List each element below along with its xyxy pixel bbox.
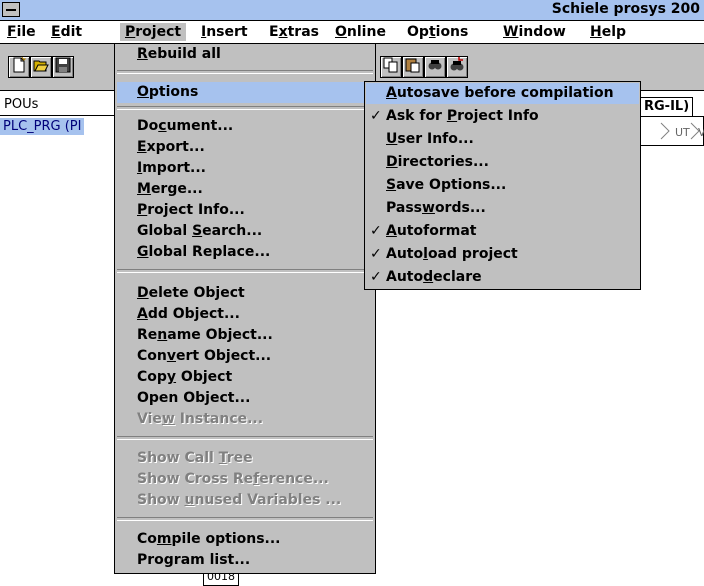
menu-window[interactable]: Window [498,23,571,41]
project-menu-item-open-object[interactable]: Open Object... [117,388,373,409]
column-header-out: UT [675,126,690,139]
paste-icon[interactable] [402,56,424,78]
options-item-save-options[interactable]: Save Options... [366,175,639,196]
menu-extras[interactable]: Extras [264,23,324,41]
editor-window-title: RG-IL) [640,97,694,117]
project-menu-item-view-instance: View Instance... [137,411,264,427]
menu-help[interactable]: Help [585,23,631,41]
menu-separator [117,269,373,273]
project-menu-item-program-list[interactable]: Program list... [117,550,373,571]
project-menu-item-add-object[interactable]: Add Object... [117,304,373,325]
checkmark-icon: ✓ [370,223,382,239]
project-menu-item-options[interactable]: Options [117,82,373,103]
menu-options[interactable]: Options [402,23,473,41]
project-menu-item-project-info[interactable]: Project Info... [117,200,373,221]
options-item-user-info[interactable]: User Info... [366,129,639,150]
checkmark-icon: ✓ [370,269,382,285]
project-menu-item-delete-object[interactable]: Delete Object [117,283,373,304]
project-menu-item-show-cross-reference: Show Cross Reference... [137,471,329,487]
options-item-passwords[interactable]: Passwords... [366,198,639,219]
options-item-autodeclare[interactable]: ✓ Autodeclare [366,267,639,288]
options-item-directories[interactable]: Directories... [366,152,639,173]
project-menu-item-merge[interactable]: Merge... [117,179,373,200]
new-icon[interactable] [8,56,30,78]
title-bar: Schiele prosys 200 [0,0,704,21]
project-menu-item-rebuild-all[interactable]: Rebuild all [117,44,373,65]
pou-item-plc-prg[interactable]: PLC_PRG (PI [0,118,85,135]
menu-separator [117,70,373,74]
project-menu: Rebuild all Options Document... Export... Im… [114,43,376,574]
checkmark-icon: ✓ [370,108,382,124]
project-menu-item-show-unused-variables: Show unused Variables ... [137,492,342,508]
window-title: Schiele prosys 200 [551,1,700,17]
menu-edit[interactable]: Edit [46,23,87,41]
menu-separator [117,517,373,521]
project-menu-item-export[interactable]: Export... [117,137,373,158]
copy-icon[interactable] [380,56,402,78]
menu-insert[interactable]: Insert [196,23,253,41]
options-item-autosave-before-compilation[interactable]: Autosave before compilation [366,83,639,104]
menu-bar: File Edit Project Insert Extras Online Options… [0,21,704,44]
project-menu-item-import[interactable]: Import... [117,158,373,179]
project-menu-item-show-call-tree: Show Call Tree [137,450,253,466]
project-menu-item-document[interactable]: Document... [117,116,373,137]
project-menu-item-copy-object[interactable]: Copy Object [117,367,373,388]
column-header-v: V [698,126,704,139]
menu-separator [117,106,373,110]
pous-divider [0,115,120,116]
save-icon[interactable] [52,56,74,78]
project-menu-item-compile-options[interactable]: Compile options... [117,529,373,550]
project-menu-item-global-replace[interactable]: Global Replace... [117,242,373,263]
find-icon[interactable] [424,56,446,78]
system-menu-icon[interactable] [2,2,20,17]
options-item-ask-for-project-info[interactable]: ✓ Ask for Project Info [366,106,639,127]
project-menu-item-global-search[interactable]: Global Search... [117,221,373,242]
options-submenu: Autosave before compilation ✓ Ask for Proj… [364,81,641,290]
menu-online[interactable]: Online [330,23,391,41]
menu-project[interactable]: Project [120,23,187,41]
menu-separator [117,436,373,440]
menu-file[interactable]: File [2,23,41,41]
project-menu-item-rename-object[interactable]: Rename Object... [117,325,373,346]
pous-tab-label[interactable]: POUs [4,97,38,112]
options-item-autoformat[interactable]: ✓ Autoformat [366,221,639,242]
open-icon[interactable] [30,56,52,78]
replace-icon[interactable] [446,56,468,78]
project-menu-item-convert-object[interactable]: Convert Object... [117,346,373,367]
options-item-autoload-project[interactable]: ✓ Autoload project [366,244,639,265]
checkmark-icon: ✓ [370,246,382,262]
